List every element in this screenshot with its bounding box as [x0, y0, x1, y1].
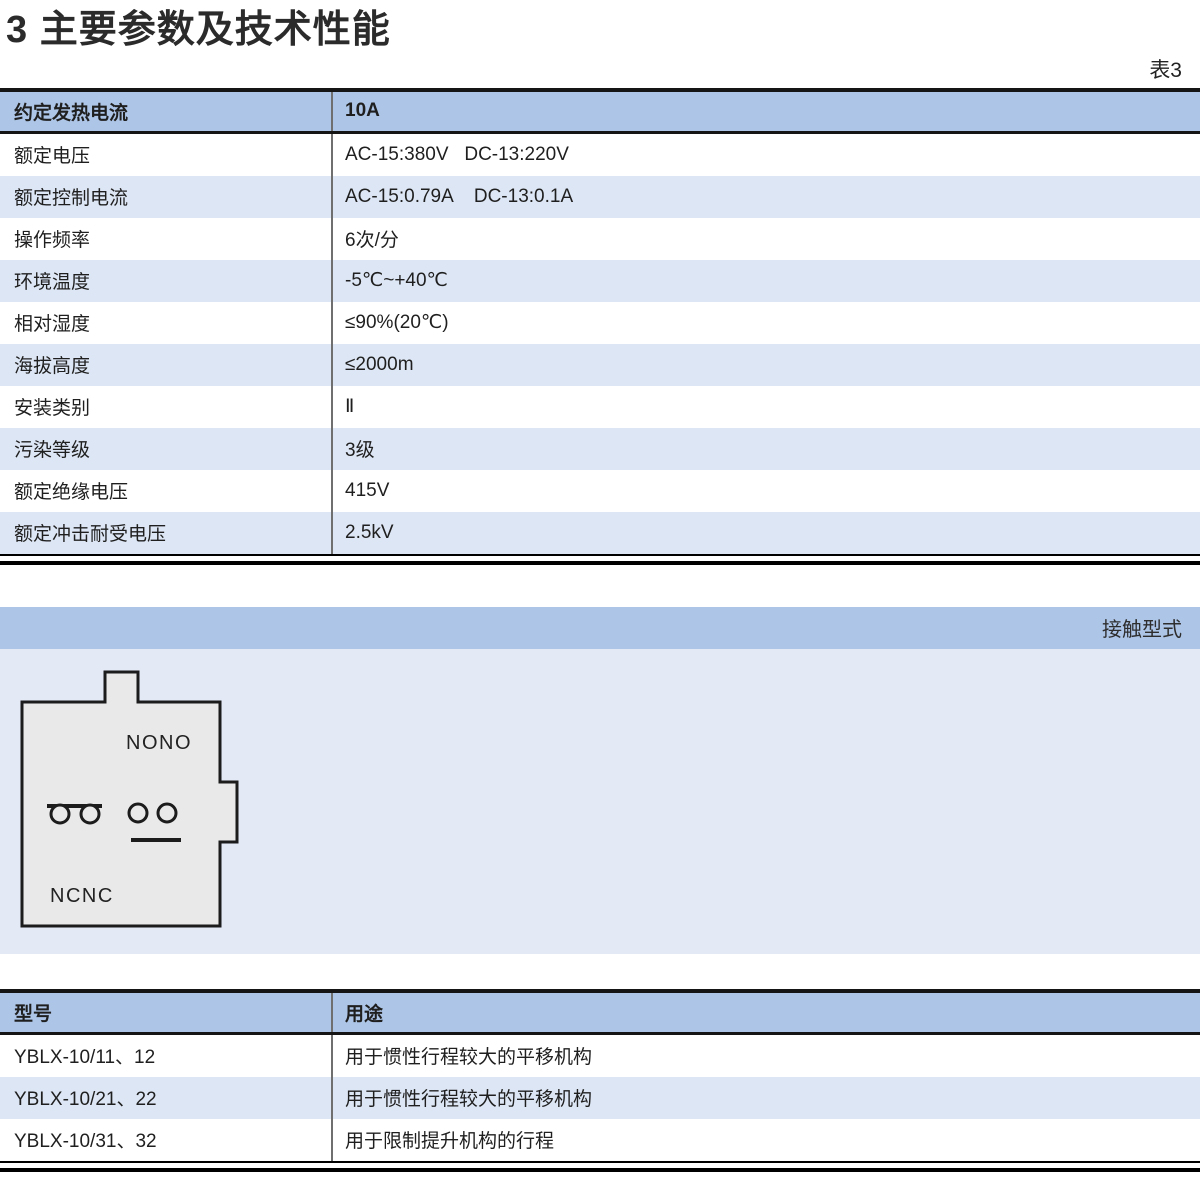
param-name-cell: 额定电压	[0, 134, 333, 176]
table-bottom-rule	[0, 554, 1200, 565]
param-name-cell: 安装类别	[0, 386, 333, 428]
table-row: 额定控制电流 AC-15:0.79A DC-13:0.1A	[0, 176, 1200, 218]
table-row: 额定电压 AC-15:380V DC-13:220V	[0, 134, 1200, 176]
table-row: YBLX-10/21、22 用于惯性行程较大的平移机构	[0, 1077, 1200, 1119]
model-cell: YBLX-10/21、22	[0, 1077, 333, 1119]
table-row: 安装类别 Ⅱ	[0, 386, 1200, 428]
param-name-cell: 环境温度	[0, 260, 333, 302]
table-row: 环境温度 -5℃~+40℃	[0, 260, 1200, 302]
param-name-cell: 额定控制电流	[0, 176, 333, 218]
table-row: 污染等级 3级	[0, 428, 1200, 470]
header-param-name: 约定发热电流	[0, 92, 333, 131]
no-contact-terminal	[158, 804, 176, 822]
models-table-header-row: 型号 用途	[0, 993, 1200, 1035]
param-value-cell: ≤2000m	[333, 354, 1200, 376]
parameters-table: 约定发热电流 10A 额定电压 AC-15:380V DC-13:220V 额定…	[0, 88, 1200, 554]
datasheet-page: 3 主要参数及技术性能 表3 约定发热电流 10A 额定电压 AC-15:380…	[0, 6, 1200, 1181]
nc-contacts-label: NCNC	[50, 885, 114, 907]
limit-switch-contact-diagram: NONO NCNC	[0, 649, 260, 954]
param-value-cell: 415V	[333, 480, 1200, 502]
table-row: YBLX-10/11、12 用于惯性行程较大的平移机构	[0, 1035, 1200, 1077]
model-cell: YBLX-10/11、12	[0, 1035, 333, 1077]
contact-type-header-bar: 接触型式	[0, 607, 1200, 649]
table-row: 额定冲击耐受电压 2.5kV	[0, 512, 1200, 554]
param-name-cell: 污染等级	[0, 428, 333, 470]
parameters-table-header-row: 约定发热电流 10A	[0, 92, 1200, 134]
table-row: YBLX-10/31、32 用于限制提升机构的行程	[0, 1119, 1200, 1161]
param-name-cell: 相对湿度	[0, 302, 333, 344]
param-name-cell: 海拔高度	[0, 344, 333, 386]
table-number-label: 表3	[0, 57, 1200, 84]
param-name-cell: 额定冲击耐受电压	[0, 512, 333, 554]
page-title: 3 主要参数及技术性能	[6, 6, 1200, 55]
table-row: 额定绝缘电压 415V	[0, 470, 1200, 512]
param-value-cell: AC-15:380V DC-13:220V	[333, 144, 1200, 166]
model-cell: YBLX-10/31、32	[0, 1119, 333, 1161]
usage-cell: 用于惯性行程较大的平移机构	[333, 1084, 1200, 1111]
table-row: 海拔高度 ≤2000m	[0, 344, 1200, 386]
nc-contact-terminal	[51, 805, 69, 823]
param-name-cell: 额定绝缘电压	[0, 470, 333, 512]
table-row: 操作频率 6次/分	[0, 218, 1200, 260]
param-value-cell: Ⅱ	[333, 395, 1200, 418]
param-value-cell: ≤90%(20℃)	[333, 311, 1200, 334]
param-value-cell: 2.5kV	[333, 522, 1200, 544]
param-name-cell: 操作频率	[0, 218, 333, 260]
usage-cell: 用于限制提升机构的行程	[333, 1126, 1200, 1153]
no-contacts-label: NONO	[126, 732, 192, 754]
contact-type-section: 接触型式 NONO NCNC	[0, 607, 1200, 954]
param-value-cell: 3级	[333, 435, 1200, 462]
models-table-wrap: 型号 用途 YBLX-10/11、12 用于惯性行程较大的平移机构 YBLX-1…	[0, 989, 1200, 1172]
usage-cell: 用于惯性行程较大的平移机构	[333, 1042, 1200, 1069]
contact-type-title: 接触型式	[1102, 613, 1182, 642]
header-param-value: 10A	[333, 100, 1200, 122]
table-row: 相对湿度 ≤90%(20℃)	[0, 302, 1200, 344]
table-bottom-rule	[0, 1161, 1200, 1172]
param-value-cell: -5℃~+40℃	[333, 269, 1200, 292]
header-usage: 用途	[333, 999, 1200, 1026]
nc-contact-terminal	[81, 805, 99, 823]
contact-type-body: NONO NCNC	[0, 649, 1200, 954]
no-contact-terminal	[129, 804, 147, 822]
header-model: 型号	[0, 993, 333, 1032]
models-table: 型号 用途 YBLX-10/11、12 用于惯性行程较大的平移机构 YBLX-1…	[0, 989, 1200, 1161]
param-value-cell: 6次/分	[333, 225, 1200, 252]
param-value-cell: AC-15:0.79A DC-13:0.1A	[333, 186, 1200, 208]
